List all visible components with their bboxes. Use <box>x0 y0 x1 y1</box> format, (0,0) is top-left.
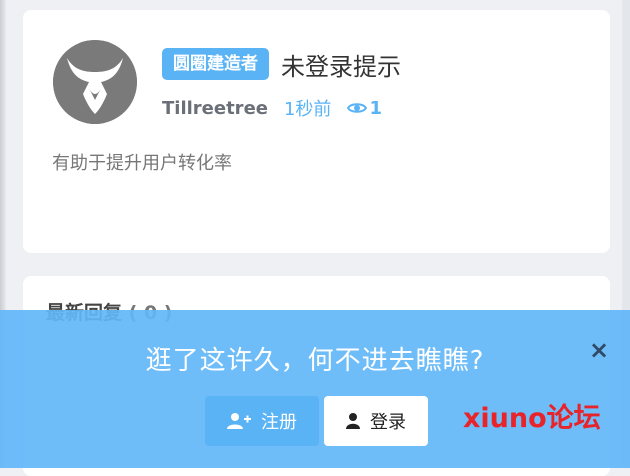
post-title[interactable]: 未登录提示 <box>281 47 401 82</box>
board-badge[interactable]: 圆圈建造者 <box>162 48 269 80</box>
user-icon <box>346 413 360 429</box>
login-prompt-banner: 逛了这许久，何不进去瞧瞧? × 注册 登录 xiuno论坛 <box>0 310 630 468</box>
post-card: 圆圈建造者 未登录提示 Tillreetree 1秒前 1 有助于提升用户转化率 <box>23 10 610 253</box>
close-icon[interactable]: × <box>587 338 611 362</box>
register-button[interactable]: 注册 <box>205 396 319 446</box>
post-excerpt: 有助于提升用户转化率 <box>52 153 232 174</box>
post-meta: Tillreetree 1秒前 1 <box>162 95 382 121</box>
view-count: 1 <box>347 98 382 119</box>
view-count-value: 1 <box>369 97 382 119</box>
post-title-row: 圆圈建造者 未登录提示 <box>162 47 401 81</box>
author-name[interactable]: Tillreetree <box>162 98 268 119</box>
avatar[interactable] <box>53 40 137 124</box>
post-time: 1秒前 <box>283 99 332 120</box>
horned-helmet-icon <box>53 40 137 124</box>
brand-watermark: xiuno论坛 <box>463 403 601 434</box>
login-button[interactable]: 登录 <box>324 396 428 446</box>
eye-icon <box>347 103 368 113</box>
user-plus-icon <box>227 413 251 429</box>
login-prompt-message: 逛了这许久，何不进去瞧瞧? <box>145 346 485 376</box>
register-label: 注册 <box>261 412 297 433</box>
login-label: 登录 <box>370 412 406 433</box>
